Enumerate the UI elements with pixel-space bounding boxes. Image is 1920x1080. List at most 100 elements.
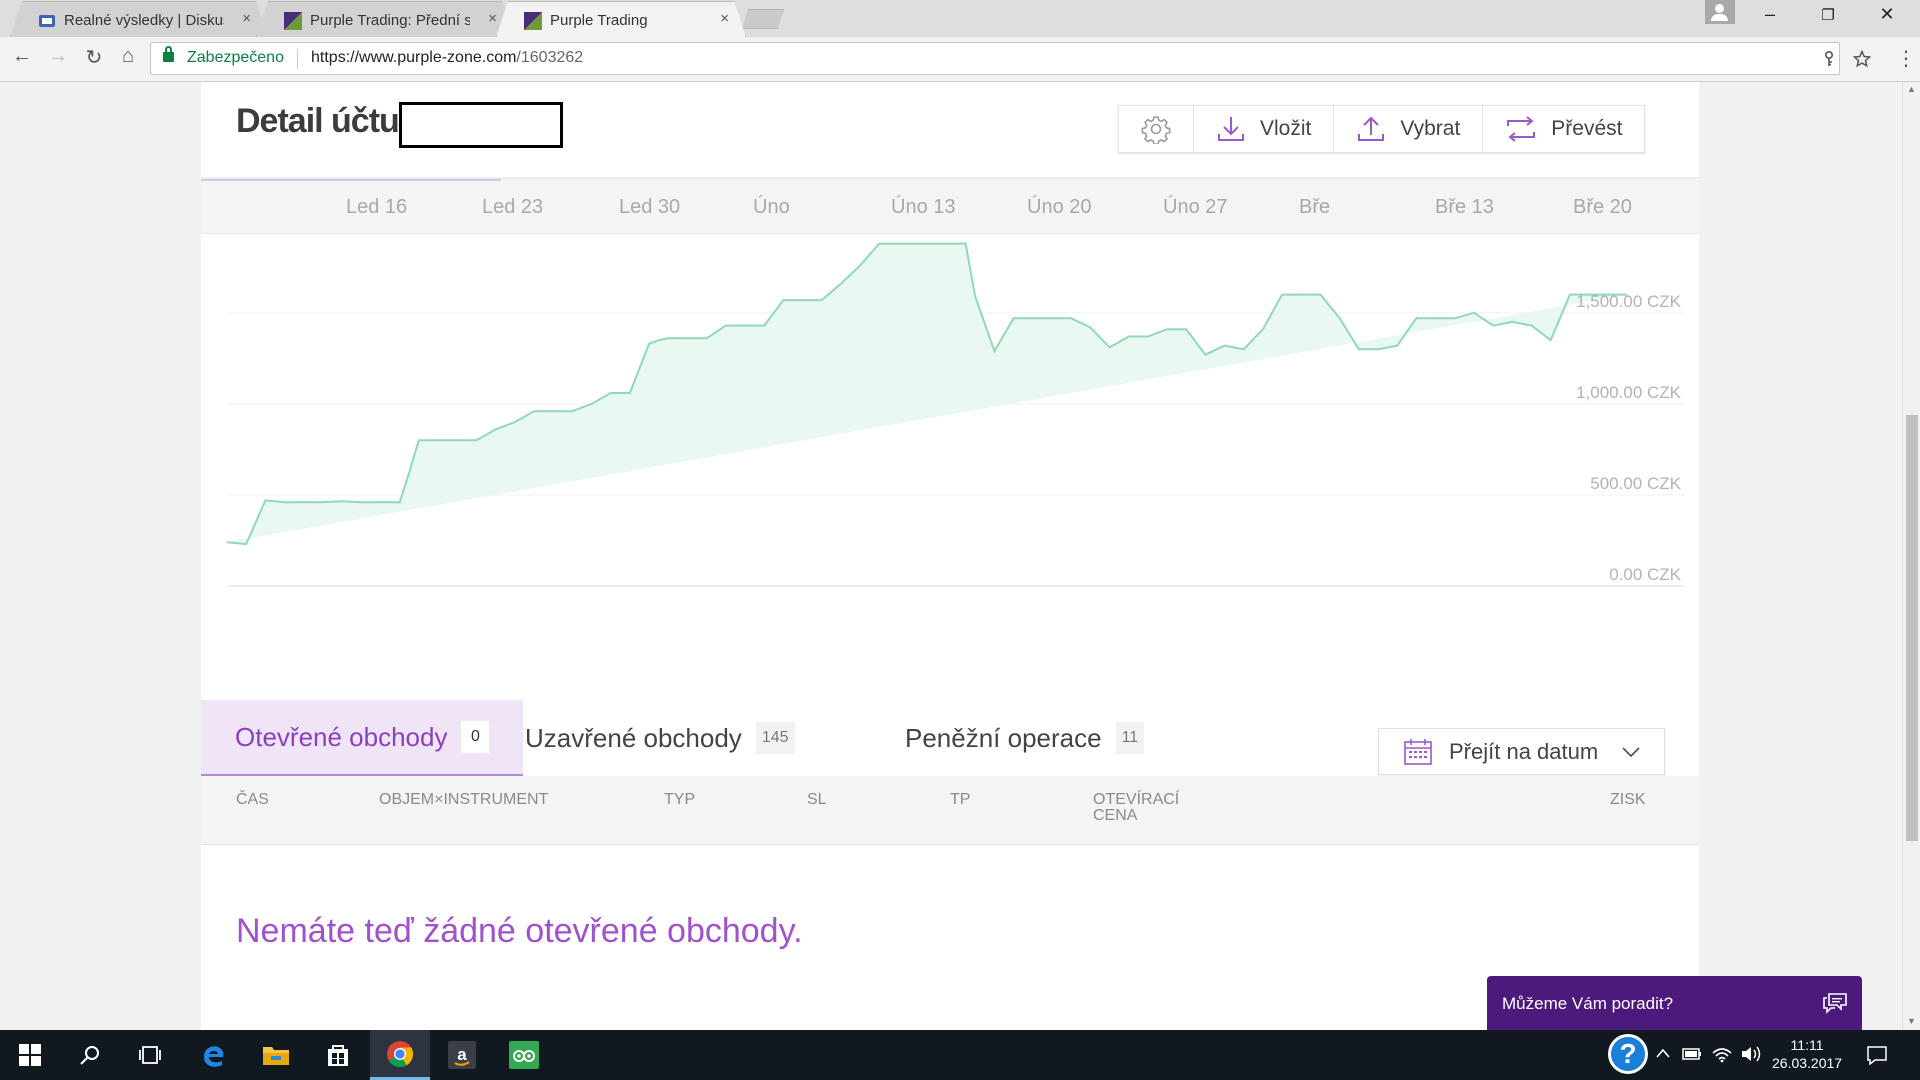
transfer-arrows-icon (1507, 116, 1536, 142)
browser-toolbar: ← → ↻ ⌂ Zabezpečeno https://www.purple-z… (0, 37, 1920, 82)
minimize-button[interactable]: – (1750, 4, 1790, 25)
search-button[interactable] (60, 1030, 120, 1080)
new-tab-button[interactable] (742, 9, 784, 29)
column-header-type: TYP (664, 791, 696, 808)
search-icon (80, 1046, 99, 1065)
close-window-button[interactable]: ✕ (1867, 4, 1907, 25)
redacted-account-number (399, 102, 563, 148)
battery-icon[interactable] (1682, 1047, 1702, 1061)
svg-text:a: a (457, 1045, 467, 1064)
withdraw-label: Vybrat (1400, 117, 1461, 140)
browser-tab-2[interactable]: Purple Trading: Přední sv × (256, 1, 514, 37)
clock-date: 26.03.2017 (1772, 1055, 1843, 1071)
x-tick-label: Úno 13 (891, 196, 956, 218)
chart-x-axis: Led 16 Led 23 Led 30 Úno Úno 13 Úno 20 Úno 27 B… (201, 179, 1699, 234)
tab-open-trades[interactable]: Otevřené obchody 0 (201, 700, 524, 776)
wifi-icon[interactable] (1712, 1045, 1732, 1063)
tripadvisor-icon (509, 1041, 539, 1069)
restore-button[interactable]: ❐ (1808, 6, 1848, 24)
forum-favicon-icon (38, 12, 56, 30)
chrome-button[interactable] (370, 1030, 430, 1080)
task-view-button[interactable] (120, 1030, 180, 1080)
edge-button[interactable] (183, 1030, 243, 1080)
x-tick-label: Led 30 (619, 196, 681, 218)
file-explorer-button[interactable] (246, 1030, 306, 1080)
go-to-date-dropdown[interactable]: Přejít na datum (1378, 728, 1665, 775)
reload-button[interactable]: ↻ (80, 45, 108, 70)
page-title: Detail účtu (236, 102, 400, 140)
chat-bubble-icon (1823, 993, 1847, 1014)
withdraw-button[interactable]: Vybrat (1334, 106, 1484, 152)
volume-icon[interactable] (1740, 1045, 1762, 1063)
bookmark-star-icon[interactable] (1853, 50, 1871, 68)
url-text[interactable]: https://www.purple-zone.com/1603262 (311, 49, 583, 67)
column-header-time: ČAS (236, 791, 269, 808)
tab-close-icon[interactable]: × (488, 10, 497, 27)
store-button[interactable] (308, 1030, 368, 1080)
lock-icon (163, 46, 174, 62)
help-icon[interactable]: ? (1608, 1034, 1648, 1074)
forward-button[interactable]: → (44, 45, 72, 68)
browser-tab-1[interactable]: Realné výsledky | Diskus × (10, 1, 268, 37)
browser-tab-3-active[interactable]: Purple Trading × (496, 1, 746, 37)
tab-close-icon[interactable]: × (242, 10, 251, 27)
chat-label: Můžeme Vám poradit? (1502, 994, 1674, 1013)
tray-chevron-up-icon[interactable] (1656, 1048, 1670, 1058)
clock-time: 11:11 (1790, 1037, 1824, 1053)
page-viewport: Detail účtu Vložit Vybrat Převést Led 16… (0, 82, 1902, 1030)
browser-menu-icon[interactable]: ⋮ (1896, 46, 1916, 71)
deposit-button[interactable]: Vložit (1194, 106, 1335, 152)
transfer-label: Převést (1551, 117, 1623, 140)
home-button[interactable]: ⌂ (114, 45, 142, 68)
tab-closed-trades[interactable]: Uzavřené obchody 145 (525, 700, 829, 776)
download-arrow-icon (1218, 117, 1244, 141)
browser-tab-title: Realné výsledky | Diskus (64, 12, 224, 29)
tripadvisor-button[interactable] (494, 1030, 554, 1080)
transfer-button[interactable]: Převést (1483, 106, 1644, 152)
back-button[interactable]: ← (8, 45, 36, 68)
scrollbar-thumb[interactable] (1906, 415, 1918, 841)
tab-label: Uzavřené obchody (525, 722, 742, 753)
column-header-profit: ZISK (1610, 791, 1646, 808)
task-view-icon (139, 1046, 161, 1064)
system-clock[interactable]: 11:11 26.03.2017 (1772, 1036, 1842, 1072)
tab-money-operations[interactable]: Peněžní operace 11 (905, 700, 1178, 776)
active-range-indicator (201, 179, 501, 181)
secure-label: Zabezpečeno (187, 49, 284, 66)
scroll-up-icon[interactable]: ▲ (1907, 84, 1916, 94)
date-picker-label: Přejít na datum (1449, 738, 1599, 764)
tab-close-icon[interactable]: × (720, 10, 729, 27)
profile-icon[interactable] (1705, 0, 1735, 24)
x-tick-label: Úno 20 (1027, 196, 1092, 218)
address-bar[interactable]: Zabezpečeno https://www.purple-zone.com/… (150, 42, 1871, 75)
x-tick-label: Bře 20 (1573, 196, 1632, 218)
purple-trading-favicon-icon (524, 12, 542, 30)
balance-chart-svg: 1,500.00 CZK 1,000.00 CZK 500.00 CZK 0.00 C… (226, 242, 1685, 587)
url-host: https://www.purple-zone.com (311, 49, 517, 66)
account-actions: Vložit Vybrat Převést (1118, 105, 1646, 153)
balance-chart: 1,500.00 CZK 1,000.00 CZK 500.00 CZK 0.00 C… (201, 234, 1699, 588)
settings-button[interactable] (1119, 106, 1194, 152)
account-detail-card: Detail účtu Vložit Vybrat Převést Led 16… (201, 82, 1699, 1030)
column-header-sl: SL (807, 791, 827, 808)
empty-state-message: Nemáte teď žádné otevřené obchody. (236, 912, 803, 950)
column-header-volume-instrument: OBJEM×INSTRUMENT (379, 791, 549, 808)
balance-area (227, 243, 1628, 545)
tab-count-badge: 0 (461, 721, 490, 753)
notifications-icon[interactable] (1866, 1044, 1888, 1066)
chat-widget[interactable]: Můžeme Vám poradit? (1487, 976, 1862, 1030)
url-path: /1603262 (516, 49, 584, 66)
scroll-down-icon[interactable]: ▼ (1907, 1016, 1916, 1026)
tab-label: Otevřené obchody (235, 721, 448, 752)
y-tick-label: 1,000.00 CZK (1576, 383, 1682, 402)
key-icon[interactable] (1823, 51, 1835, 67)
browser-tabstrip: Realné výsledky | Diskus × Purple Tradin… (0, 0, 1920, 37)
purple-trading-favicon-icon (284, 12, 302, 30)
trades-table-header: ČAS OBJEM×INSTRUMENT TYP SL TP OTEVÍRACÍ… (201, 776, 1699, 845)
x-tick-label: Bře 13 (1435, 196, 1494, 218)
edge-browser-icon (204, 1046, 224, 1067)
browser-tab-title: Purple Trading (550, 12, 648, 29)
amazon-button[interactable]: a (432, 1030, 492, 1080)
page-scrollbar[interactable]: ▲ ▼ (1902, 82, 1920, 1030)
start-button[interactable] (0, 1030, 60, 1080)
